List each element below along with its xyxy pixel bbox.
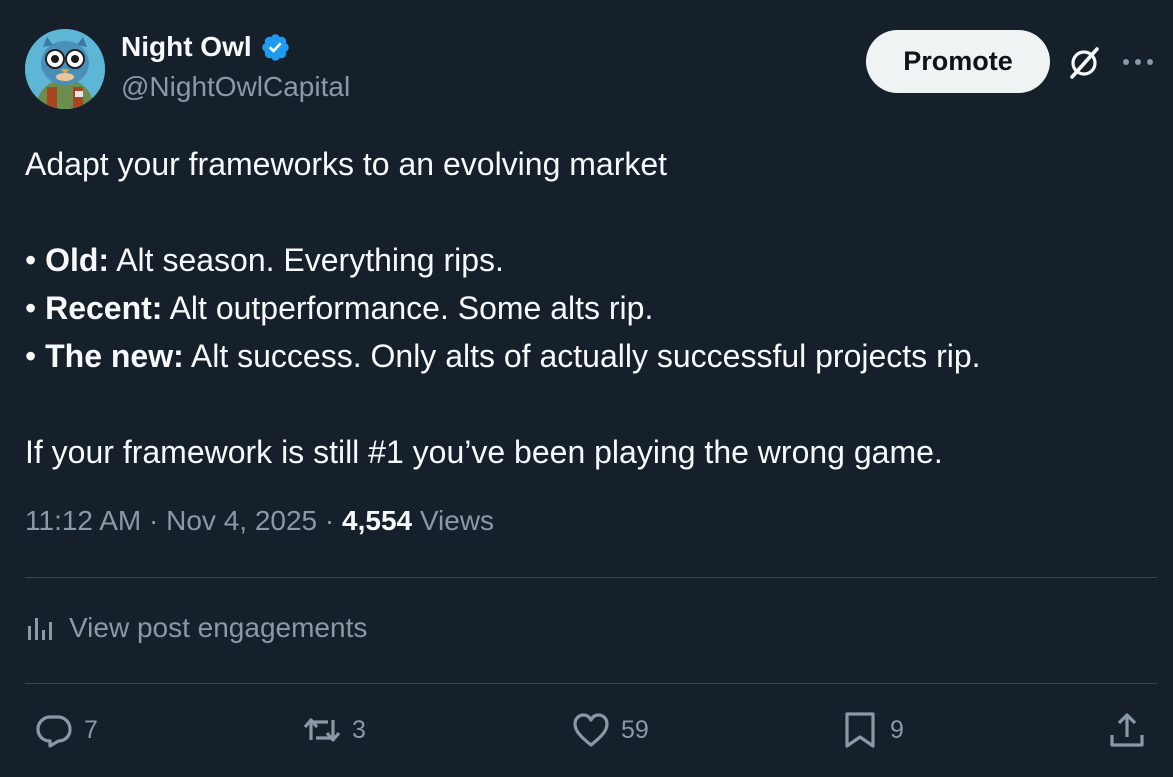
analytics-icon — [28, 618, 52, 640]
like-button[interactable]: 59 — [571, 710, 649, 750]
bullet-label: Old: — [45, 242, 110, 278]
bullet-label: The new: — [45, 338, 184, 374]
post-line-closing: If your framework is still #1 you’ve bee… — [25, 434, 943, 470]
author-name[interactable]: Night Owl — [121, 31, 252, 63]
view-engagements-label: View post engagements — [69, 612, 368, 643]
post-line-intro: Adapt your frameworks to an evolving mar… — [25, 146, 668, 182]
divider — [25, 577, 1157, 578]
bookmark-button[interactable]: 9 — [840, 710, 904, 750]
divider — [25, 683, 1157, 684]
post-bullet-recent: • Recent: Alt outperformance. Some alts … — [25, 284, 1145, 332]
bookmark-icon — [845, 712, 875, 748]
view-engagements-link[interactable]: View post engagements — [25, 612, 367, 644]
share-icon — [1110, 713, 1144, 747]
reply-icon — [36, 715, 72, 748]
post-bullet-old: • Old: Alt season. Everything rips. — [25, 236, 1145, 284]
like-count: 59 — [621, 715, 649, 744]
bullet-marker: • — [25, 290, 46, 326]
post-time[interactable]: 11:12 AM — [25, 505, 141, 536]
repost-button[interactable]: 3 — [302, 710, 366, 750]
meta-separator: · — [141, 505, 167, 536]
owl-avatar-image — [25, 29, 105, 109]
repost-count: 3 — [352, 715, 366, 744]
bullet-text: Alt outperformance. Some alts rip. — [162, 290, 654, 326]
post-bullet-new: • The new: Alt success. Only alts of act… — [25, 332, 1145, 380]
meta-separator: · — [317, 505, 343, 536]
views-count: 4,554 — [342, 505, 413, 536]
more-icon[interactable] — [1121, 52, 1155, 72]
promote-button[interactable]: Promote — [866, 30, 1050, 93]
reply-button[interactable]: 7 — [34, 710, 98, 750]
bullet-label: Recent: — [45, 290, 163, 326]
avatar[interactable] — [25, 29, 105, 109]
author-handle[interactable]: @NightOwlCapital — [121, 71, 350, 103]
author-name-row[interactable]: Night Owl — [121, 31, 291, 63]
grok-icon[interactable] — [1066, 45, 1102, 81]
reply-count: 7 — [84, 715, 98, 744]
bullet-text: Alt success. Only alts of actually succe… — [183, 338, 981, 374]
verified-badge-icon[interactable] — [260, 32, 291, 63]
post-meta: 11:12 AM · Nov 4, 2025 · 4,554 Views — [25, 505, 494, 537]
tweet-card: Night Owl @NightOwlCapital Promote Adapt… — [0, 0, 1173, 777]
views-label: Views — [412, 505, 495, 536]
bullet-marker: • — [25, 242, 46, 278]
bookmark-count: 9 — [890, 715, 904, 744]
post-date[interactable]: Nov 4, 2025 — [166, 505, 317, 536]
share-button[interactable] — [1107, 710, 1147, 750]
bullet-text: Alt season. Everything rips. — [109, 242, 504, 278]
repost-icon — [303, 718, 341, 742]
post-text: Adapt your frameworks to an evolving mar… — [25, 140, 1145, 476]
bullet-marker: • — [25, 338, 46, 374]
heart-icon — [573, 713, 609, 747]
